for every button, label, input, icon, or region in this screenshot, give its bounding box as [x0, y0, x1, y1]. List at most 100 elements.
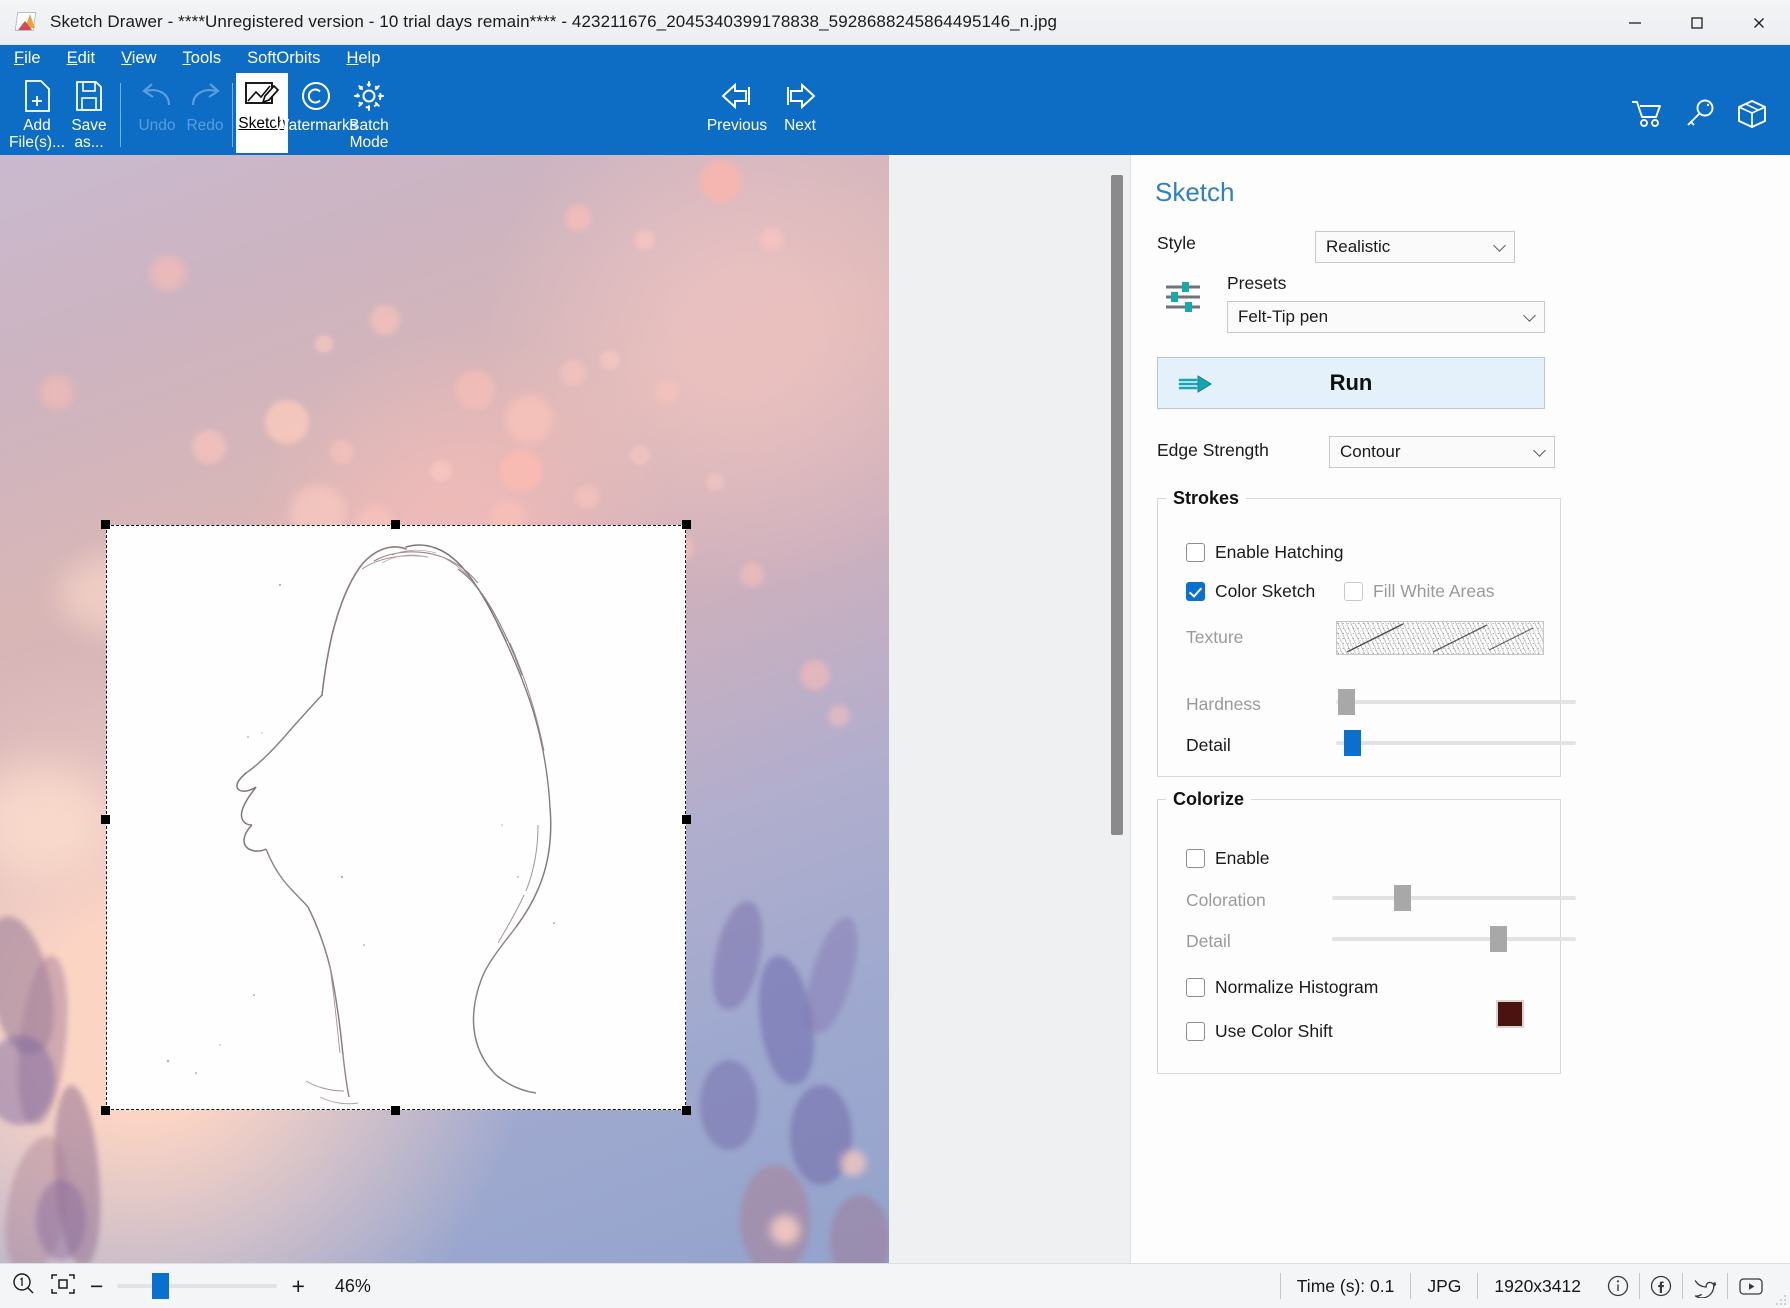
run-button[interactable]: Run — [1157, 357, 1545, 409]
selection-handle-top-center[interactable] — [391, 520, 400, 529]
detail-strokes-label: Detail — [1186, 735, 1231, 755]
enable-hatching-checkbox[interactable] — [1186, 543, 1205, 562]
hardness-thumb — [1338, 689, 1355, 715]
previous-button[interactable]: Previous — [697, 75, 777, 155]
use-color-shift-label: Use Color Shift — [1215, 1021, 1333, 1041]
zoom-slider[interactable] — [117, 1273, 278, 1299]
ribbon-right-icons — [1630, 99, 1768, 134]
coloration-label: Coloration — [1186, 890, 1266, 910]
colorize-detail-label: Detail — [1186, 931, 1231, 951]
color-sketch-row[interactable]: Color Sketch — [1186, 581, 1315, 602]
status-right: Time (s): 0.1 JPG 1920x3412 — [1279, 1264, 1774, 1308]
panel-title: Sketch — [1155, 177, 1235, 207]
colorize-enable-checkbox[interactable] — [1186, 849, 1205, 868]
detail-strokes-track[interactable] — [1336, 741, 1576, 745]
sketch-result-selection[interactable] — [101, 520, 691, 1115]
texture-select[interactable] — [1336, 621, 1544, 655]
undo-icon — [137, 75, 177, 117]
selection-handle-mid-right[interactable] — [682, 815, 691, 824]
normalize-histogram-row[interactable]: Normalize Histogram — [1186, 977, 1378, 998]
colorize-group: Colorize Enable Coloration Detail Normal… — [1157, 789, 1576, 1074]
twitter-icon[interactable] — [1682, 1273, 1727, 1299]
menu-item-help[interactable]: Help — [346, 49, 380, 68]
strokes-group: Strokes Enable Hatching Color Sketch Fil… — [1157, 488, 1576, 777]
magnifier-one-icon[interactable] — [12, 1272, 36, 1301]
texture-row: Texture — [1186, 627, 1243, 648]
menu-item-tools[interactable]: Tools — [183, 49, 222, 68]
enable-hatching-row[interactable]: Enable Hatching — [1186, 542, 1343, 563]
selection-border — [106, 525, 686, 1110]
file-format: JPG — [1410, 1273, 1477, 1299]
info-icon[interactable] — [1597, 1273, 1639, 1299]
colorize-detail-thumb — [1490, 926, 1507, 952]
toolbar-separator-1 — [120, 83, 121, 147]
canvas-work-area[interactable] — [0, 155, 1290, 1263]
batch-mode-label-2: Mode — [349, 134, 389, 151]
edge-strength-label: Edge Strength — [1157, 440, 1269, 460]
edge-strength-select[interactable]: Contour — [1329, 436, 1555, 468]
menu-item-softorbits[interactable]: SoftOrbits — [247, 49, 320, 68]
use-color-shift-checkbox[interactable] — [1186, 1022, 1205, 1041]
maximize-button[interactable] — [1666, 0, 1728, 45]
menu-item-edit[interactable]: Edit — [67, 49, 95, 68]
style-label: Style — [1157, 233, 1196, 253]
zoom-slider-thumb[interactable] — [152, 1273, 170, 1299]
key-icon[interactable] — [1684, 99, 1716, 134]
menu-item-file[interactable]: File — [14, 49, 41, 68]
cart-icon[interactable] — [1630, 99, 1664, 134]
arrow-right-icon — [781, 75, 819, 117]
add-files-button[interactable]: Add File(s)... — [8, 75, 66, 155]
style-select[interactable]: Realistic — [1315, 231, 1515, 263]
presets-select[interactable]: Felt-Tip pen — [1227, 301, 1545, 333]
detail-strokes-thumb[interactable] — [1344, 730, 1361, 756]
batch-mode-label-1: Batch — [349, 117, 389, 134]
use-color-shift-row[interactable]: Use Color Shift — [1186, 1021, 1333, 1042]
redo-button: Redo — [176, 75, 234, 155]
color-sketch-label: Color Sketch — [1215, 581, 1316, 601]
presets-row: Presets — [1227, 273, 1286, 294]
resize-grip[interactable] — [1775, 1293, 1787, 1305]
menu-item-view[interactable]: View — [121, 49, 156, 68]
youtube-icon[interactable] — [1727, 1273, 1774, 1299]
facebook-icon[interactable] — [1639, 1273, 1682, 1299]
selection-handle-mid-left[interactable] — [101, 815, 110, 824]
run-label: Run — [1329, 370, 1373, 395]
fit-to-window-icon[interactable] — [50, 1273, 76, 1300]
canvas-scrollbar-thumb[interactable] — [1111, 175, 1123, 835]
canvas-vertical-scrollbar[interactable] — [1108, 155, 1126, 1263]
chevron-down-icon — [1533, 444, 1546, 457]
coloration-thumb — [1394, 885, 1411, 911]
minimize-button[interactable] — [1604, 0, 1666, 45]
save-as-label-2: as... — [74, 134, 104, 151]
selection-handle-bottom-right[interactable] — [682, 1106, 691, 1115]
colorize-detail-track — [1332, 937, 1576, 941]
normalize-histogram-checkbox[interactable] — [1186, 978, 1205, 997]
undo-label: Undo — [138, 117, 176, 134]
coloration-row: Coloration — [1186, 890, 1266, 911]
ribbon: File Edit View Tools SoftOrbits Help Add… — [0, 45, 1790, 155]
presets-value: Felt-Tip pen — [1238, 307, 1329, 326]
next-button[interactable]: Next — [770, 75, 830, 155]
zoom-in-button[interactable]: + — [291, 1274, 304, 1298]
hardness-slider — [1336, 689, 1576, 715]
selection-handle-bottom-center[interactable] — [391, 1106, 400, 1115]
batch-mode-button[interactable]: Batch Mode — [340, 75, 398, 155]
edge-strength-row: Edge Strength — [1157, 440, 1269, 461]
selection-handle-top-right[interactable] — [682, 520, 691, 529]
presets-label: Presets — [1227, 273, 1287, 293]
redo-icon — [185, 75, 225, 117]
photo-canvas[interactable] — [0, 155, 889, 1263]
selection-handle-bottom-left[interactable] — [101, 1106, 110, 1115]
selection-handle-top-left[interactable] — [101, 520, 110, 529]
gear-icon — [352, 75, 386, 117]
zoom-out-button[interactable]: − — [90, 1274, 103, 1298]
close-button[interactable] — [1728, 0, 1790, 45]
colorize-enable-row[interactable]: Enable — [1186, 848, 1270, 869]
add-files-label-2: File(s)... — [9, 134, 65, 151]
detail-strokes-slider[interactable] — [1336, 730, 1576, 756]
box-icon[interactable] — [1736, 99, 1768, 134]
zoom-slider-track[interactable] — [117, 1284, 278, 1288]
save-as-button[interactable]: Save as... — [60, 75, 118, 155]
color-sketch-checkbox[interactable] — [1186, 582, 1205, 601]
color-swatch[interactable] — [1496, 1000, 1524, 1028]
